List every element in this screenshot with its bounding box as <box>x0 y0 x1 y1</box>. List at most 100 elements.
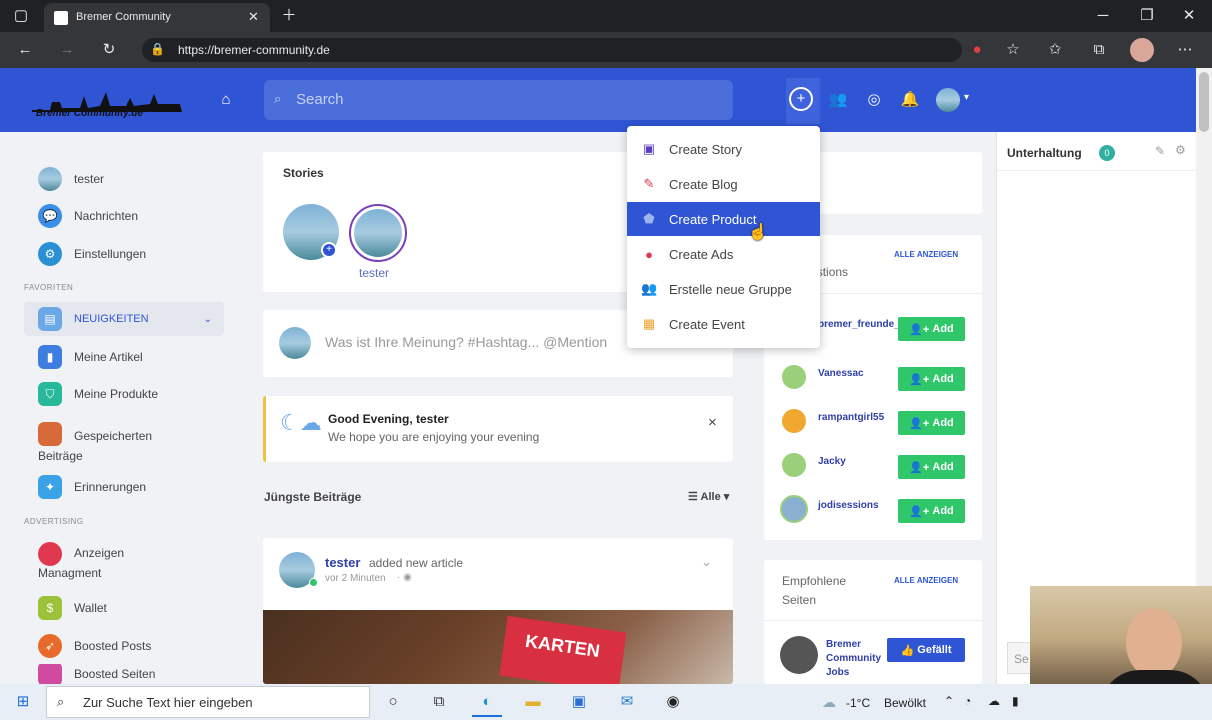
sidebar-item-wallet[interactable]: $ Wallet <box>24 591 224 625</box>
scrollbar-thumb[interactable] <box>1199 72 1209 132</box>
onedrive-icon[interactable]: ☁ <box>988 694 1000 708</box>
create-dropdown-menu: ▣ Create Story ✎ Create Blog ⬟ Create Pr… <box>627 126 820 348</box>
post-author-name[interactable]: tester <box>325 555 360 570</box>
weather-desc[interactable]: Bewölkt <box>884 696 926 710</box>
pages-show-all-link[interactable]: ALLE ANZEIGEN <box>894 576 958 585</box>
store-icon[interactable]: ▣ <box>564 687 594 717</box>
messages-icon[interactable]: ◎ <box>860 86 888 114</box>
webcam-face <box>1126 608 1182 678</box>
page-avatar[interactable] <box>780 636 818 674</box>
create-plus-icon[interactable]: + <box>789 87 813 111</box>
home-icon[interactable]: ⌂ <box>212 86 240 114</box>
battery-icon[interactable]: ▮ <box>1012 694 1019 708</box>
favorites-icon[interactable]: ✩ <box>1042 37 1068 63</box>
page-name[interactable]: Bremer Community Jobs <box>826 638 884 680</box>
add-user-icon: 👤+ <box>909 461 933 474</box>
menu-item-create-product[interactable]: ⬟ Create Product <box>627 202 820 236</box>
suggestion-avatar[interactable] <box>780 451 808 479</box>
maximize-icon[interactable]: ❐ <box>1134 3 1160 29</box>
chat-count-badge: 0 <box>1099 145 1115 161</box>
add-user-button[interactable]: 👤+ Add <box>898 455 965 479</box>
taskbar-search-placeholder: Zur Suche Text hier eingeben <box>83 695 253 710</box>
like-page-button[interactable]: 👍 Gefällt <box>887 638 965 662</box>
tray-app-icon[interactable]: ◔ <box>964 694 971 708</box>
user-avatar[interactable] <box>936 88 960 112</box>
suggestion-avatar[interactable] <box>780 495 808 523</box>
add-user-button[interactable]: 👤+ Add <box>898 367 965 391</box>
profile-avatar[interactable] <box>1130 38 1154 62</box>
search-input[interactable]: ⌕ Search <box>264 80 733 120</box>
tray-chevron-up-icon[interactable]: ⌃ <box>944 694 954 708</box>
add-user-button[interactable]: 👤+ Add <box>898 317 965 341</box>
close-tab-icon[interactable]: ✕ <box>248 9 259 25</box>
chevron-down-icon[interactable]: ⌄ <box>204 314 212 325</box>
friends-icon[interactable]: 👥 <box>824 86 852 114</box>
notifications-bell-icon[interactable]: 🔔 <box>896 86 924 114</box>
divider <box>764 620 982 621</box>
suggestions-show-all-link[interactable]: ALLE ANZEIGEN <box>894 250 958 259</box>
suggestion-name[interactable]: Vanessac <box>818 368 864 379</box>
sidebar-item-label: Boosted Posts <box>74 639 152 653</box>
list-icon: ☰ <box>688 491 701 503</box>
add-favorite-icon[interactable]: ☆ <box>1000 37 1026 63</box>
cortana-icon[interactable]: ○ <box>378 687 408 717</box>
sidebar-item-memories[interactable]: ✦ Erinnerungen <box>24 470 224 504</box>
sidebar-item-boosted-posts[interactable]: ➶ Boosted Posts <box>24 629 224 663</box>
back-icon[interactable]: ← <box>12 37 38 63</box>
record-icon[interactable]: ● <box>964 37 990 63</box>
browser-tab[interactable]: Bremer Community ✕ <box>44 3 270 32</box>
forward-icon[interactable]: → <box>54 37 80 63</box>
post-options-chevron-icon[interactable]: ⌄ <box>701 554 712 570</box>
feed-filter-dropdown[interactable]: ☰ Alle ▾ <box>688 490 729 503</box>
site-logo[interactable]: Bremer Community.de <box>30 80 186 124</box>
collections-icon[interactable]: ⧉ <box>1086 37 1112 63</box>
sidebar-item-profile[interactable]: tester <box>24 162 224 196</box>
reload-icon[interactable]: ↻ <box>96 37 122 63</box>
image-icon: ▣ <box>642 141 656 156</box>
minimize-icon[interactable]: ─ <box>1090 3 1116 29</box>
logo-text: Bremer Community.de <box>36 108 143 119</box>
suggestion-name[interactable]: bremer_freunde_ezni <box>818 317 919 333</box>
close-greeting-button[interactable]: × <box>708 414 717 431</box>
sidebar-item-label: Boosted Seiten <box>74 667 156 681</box>
edge-icon[interactable]: ◐ <box>472 687 502 717</box>
sidebar-item-settings[interactable]: ⚙ Einstellungen <box>24 237 224 271</box>
sidebar-item-messages[interactable]: 💬 Nachrichten <box>24 199 224 233</box>
window-menu-icon[interactable]: ▢ <box>8 3 34 29</box>
menu-item-create-ads[interactable]: ● Create Ads <box>627 237 820 271</box>
close-window-icon[interactable]: ✕ <box>1176 3 1202 29</box>
mail-icon[interactable]: ✉ <box>612 687 642 717</box>
sidebar-item-boosted-pages[interactable]: Boosted Seiten <box>24 664 224 684</box>
post-image[interactable]: KARTEN <box>263 610 733 684</box>
chevron-down-icon[interactable]: ▾ <box>964 92 969 103</box>
file-explorer-icon[interactable]: ▬ <box>518 687 548 717</box>
suggestion-name[interactable]: rampantgirl55 <box>818 412 884 423</box>
menu-item-create-event[interactable]: ▦ Create Event <box>627 307 820 341</box>
task-view-icon[interactable]: ⧉ <box>424 687 454 717</box>
app-icon[interactable]: ◉ <box>658 687 688 717</box>
menu-item-create-blog[interactable]: ✎ Create Blog <box>627 167 820 201</box>
menu-item-create-story[interactable]: ▣ Create Story <box>627 132 820 166</box>
add-user-button[interactable]: 👤+ Add <box>898 499 965 523</box>
sidebar-item-ads-manager[interactable]: Anzeigen Managment <box>24 540 224 584</box>
address-bar[interactable]: 🔒 https://bremer-community.de <box>142 38 962 62</box>
sidebar-item-news[interactable]: ▤ NEUIGKEITEN ⌄ <box>24 302 224 336</box>
suggestion-avatar[interactable] <box>780 407 808 435</box>
story-ring[interactable] <box>349 204 407 262</box>
weather-temp[interactable]: -1°C <box>846 696 870 710</box>
new-tab-icon[interactable]: ＋ <box>276 3 302 29</box>
windows-start-icon[interactable]: ⊞ <box>8 687 38 717</box>
gear-icon[interactable]: ⚙ <box>1175 143 1186 157</box>
sidebar-item-my-articles[interactable]: ▮ Meine Artikel <box>24 340 224 374</box>
more-icon[interactable]: ⋯ <box>1172 37 1198 63</box>
taskbar-search-input[interactable]: ⌕ Zur Suche Text hier eingeben <box>46 686 370 718</box>
edit-icon[interactable]: ✎ <box>1155 144 1165 158</box>
sidebar-item-my-products[interactable]: ⛉ Meine Produkte <box>24 377 224 411</box>
sidebar-item-saved-posts[interactable]: Gespeicherten Beiträge <box>24 420 224 464</box>
suggestion-name[interactable]: jodisessions <box>818 500 879 511</box>
menu-item-create-group[interactable]: 👥 Erstelle neue Gruppe <box>627 272 820 306</box>
add-user-button[interactable]: 👤+ Add <box>898 411 965 435</box>
add-story-icon[interactable]: + <box>321 242 337 258</box>
suggestion-name[interactable]: Jacky <box>818 456 846 467</box>
suggestion-avatar[interactable] <box>780 363 808 391</box>
